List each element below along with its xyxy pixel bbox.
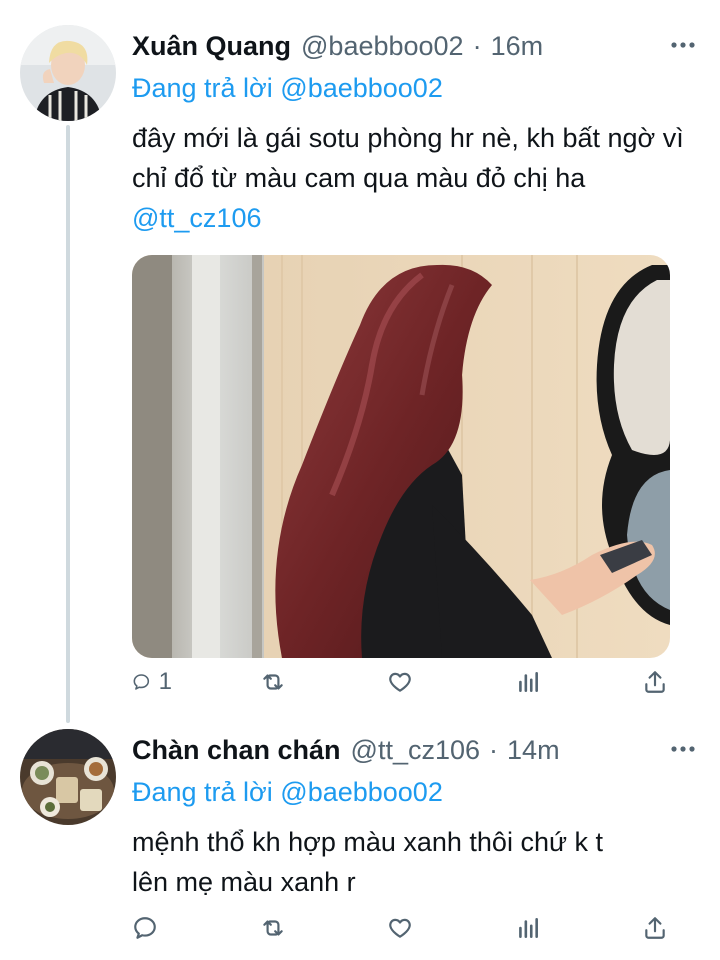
- tweet-header: Chàn chan chán @tt_cz106 · 14m: [132, 730, 698, 770]
- tweet-header: Xuân Quang @baebboo02 · 16m: [132, 26, 698, 66]
- retweet-icon: [262, 920, 283, 936]
- user-handle[interactable]: @baebboo02: [301, 31, 464, 62]
- heart-icon: [389, 672, 411, 692]
- retweet-icon: [262, 674, 283, 690]
- replying-to: Đang trả lời @baebboo02: [132, 68, 698, 108]
- replying-to-handle[interactable]: @baebboo02: [280, 73, 443, 103]
- tweet-body-line-2: lên mẹ màu xanh r: [132, 867, 356, 897]
- more-horizontal-icon[interactable]: [668, 732, 698, 766]
- timestamp[interactable]: 14m: [507, 735, 560, 766]
- tweet-actions: [132, 910, 682, 946]
- display-name[interactable]: Chàn chan chán: [132, 735, 341, 766]
- like-button[interactable]: [387, 669, 427, 695]
- photo-woman-red-hair: [132, 255, 670, 658]
- replying-to-label: Đang trả lời: [132, 73, 273, 103]
- replying-to: Đang trả lời @baebboo02: [132, 772, 698, 812]
- share-icon: [645, 671, 665, 693]
- share-button[interactable]: [642, 669, 682, 695]
- tweet-text: đây mới là gái sotu phòng hr nè, kh bất …: [132, 118, 698, 238]
- like-button[interactable]: [387, 915, 427, 941]
- reply-count: 1: [158, 668, 172, 695]
- avatar-photo: [20, 729, 116, 825]
- tweet-body: đây mới là gái sotu phòng hr nè, kh bất …: [132, 123, 684, 193]
- share-icon: [645, 917, 665, 939]
- separator-dot: ·: [489, 734, 499, 765]
- analytics-button[interactable]: [515, 669, 555, 695]
- heart-icon: [389, 918, 411, 938]
- tweet-actions: 1: [132, 664, 682, 700]
- reply-button[interactable]: 1: [132, 668, 172, 696]
- avatar[interactable]: [20, 25, 116, 121]
- retweet-button[interactable]: [260, 669, 300, 695]
- tweet-body-line-1: mệnh thổ kh hợp màu xanh thôi chứ k t: [132, 827, 604, 857]
- user-handle[interactable]: @tt_cz106: [351, 735, 480, 766]
- replying-to-handle[interactable]: @baebboo02: [280, 777, 443, 807]
- display-name[interactable]: Xuân Quang: [132, 31, 291, 62]
- reply-icon: [134, 917, 156, 939]
- analytics-icon: [518, 918, 538, 938]
- avatar-photo: [20, 25, 116, 121]
- thread-connector-line: [66, 125, 70, 723]
- reply-icon: [133, 674, 150, 690]
- retweet-button[interactable]: [260, 915, 300, 941]
- replying-to-label: Đang trả lời: [132, 777, 273, 807]
- avatar[interactable]: [20, 729, 116, 825]
- separator-dot: ·: [472, 30, 482, 61]
- more-horizontal-icon[interactable]: [668, 28, 698, 62]
- timestamp[interactable]: 16m: [491, 31, 544, 62]
- tweet-image[interactable]: [132, 255, 670, 658]
- share-button[interactable]: [642, 915, 682, 941]
- tweet-text: mệnh thổ kh hợp màu xanh thôi chứ k t lê…: [132, 822, 698, 902]
- analytics-button[interactable]: [515, 915, 555, 941]
- mention-link[interactable]: @tt_cz106: [132, 203, 261, 233]
- analytics-icon: [518, 672, 538, 692]
- reply-button[interactable]: [132, 915, 172, 941]
